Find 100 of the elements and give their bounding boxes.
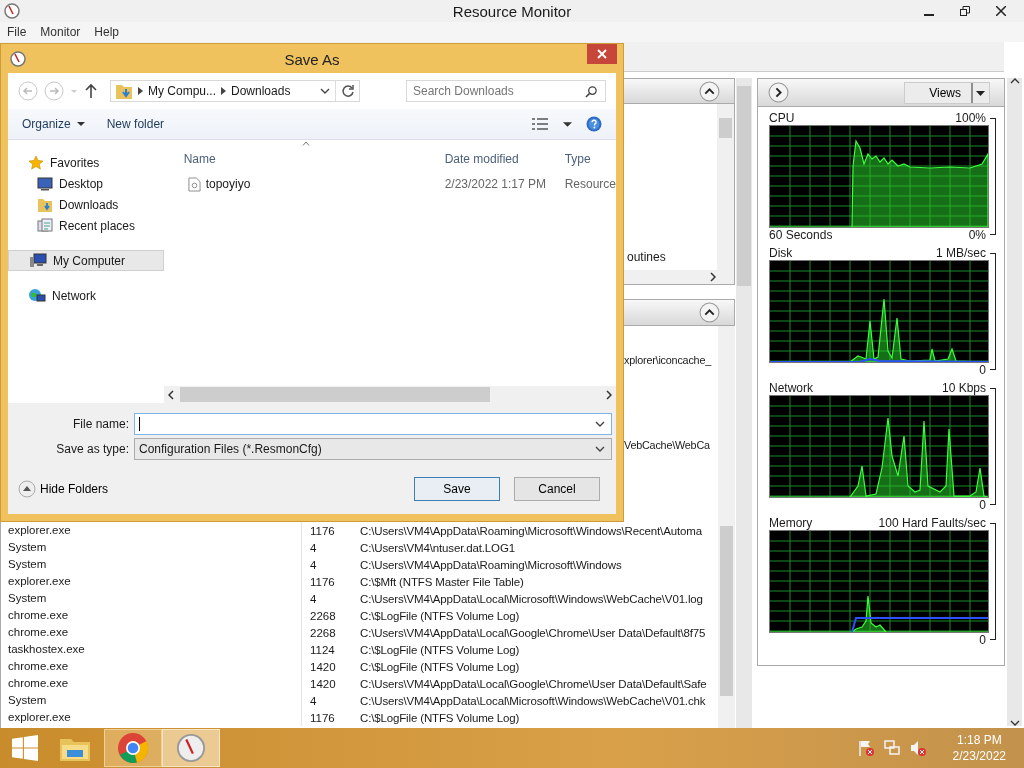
close-icon — [597, 49, 607, 59]
caret-icon — [76, 120, 85, 128]
breadcrumb[interactable]: Downloads — [231, 84, 291, 98]
table-cell: C:\Users\VM4\AppData\Roaming\Microsoft\Windows — [360, 558, 622, 571]
nav-item[interactable]: Desktop — [8, 173, 164, 194]
column-header[interactable]: Type — [564, 152, 591, 166]
table-cell: C:\Users\VM4\AppData\Local\Microsoft\Windows\WebCache\V01.log — [360, 592, 703, 605]
browser-icon — [117, 732, 149, 764]
speaker-icon[interactable] — [908, 739, 927, 757]
caret-icon[interactable] — [563, 119, 572, 129]
scroll-right-icon[interactable] — [606, 389, 612, 400]
address-bar[interactable]: My Compu... Downloads — [110, 80, 360, 102]
file-date: 2/23/2022 1:17 PM — [444, 177, 548, 191]
chevron-down-icon[interactable] — [595, 419, 605, 429]
scroll-right-icon[interactable] — [710, 272, 716, 282]
refresh-icon[interactable] — [341, 84, 355, 98]
table-cell-text: 1420 — [309, 660, 337, 673]
views-button[interactable]: Views — [904, 81, 990, 104]
table-cell-text: 2268 — [309, 626, 337, 639]
nav-item[interactable]: Network — [8, 285, 164, 306]
start-icon[interactable] — [12, 735, 38, 761]
network-icon — [28, 287, 46, 304]
app-icon — [4, 3, 20, 19]
table-cell: C:\$LogFile (NTFS Volume Log) — [360, 660, 520, 673]
downloads-folder-icon — [37, 196, 53, 213]
close-icon[interactable] — [996, 6, 1006, 16]
table-cell-text: 4 — [309, 541, 318, 554]
cancel-button[interactable]: Cancel — [514, 477, 600, 501]
graph-title: CPU — [769, 111, 795, 125]
scale-label: 0 — [979, 363, 986, 377]
restore-icon[interactable] — [960, 6, 970, 16]
breadcrumb-arrow-icon[interactable] — [221, 87, 226, 95]
desktop-icon — [37, 176, 53, 191]
dropdown-arrow-icon[interactable] — [971, 82, 987, 103]
menu-item[interactable]: Monitor — [40, 25, 81, 39]
computer-icon — [29, 252, 47, 269]
column-header[interactable]: Date modified — [444, 152, 565, 166]
breadcrumb-arrow-icon[interactable] — [138, 87, 143, 95]
table-cell: chrome.exe — [1, 675, 302, 692]
search-icon — [585, 85, 598, 98]
table-cell: taskhostex.exe — [1, 641, 302, 658]
save-button[interactable]: Save — [414, 477, 500, 501]
scroll-up-icon[interactable] — [1009, 78, 1020, 84]
field-label: File name: — [71, 417, 130, 431]
scale-label: 0 — [979, 498, 986, 512]
table-cell-text: 4 — [309, 592, 318, 605]
expand-icon[interactable] — [768, 82, 789, 103]
help-icon[interactable] — [586, 116, 602, 132]
search-field[interactable]: Search Downloads — [406, 80, 606, 102]
table-cell: C:\Users\VM4\AppData\Roaming\Microsoft\Windows\Recent\Automa — [360, 524, 702, 537]
chevron-down-icon[interactable] — [595, 444, 605, 454]
scale-label: 0 — [979, 633, 986, 647]
nav-item[interactable]: My Computer — [8, 250, 164, 271]
chevron-down-icon[interactable] — [320, 86, 330, 96]
table-cell-text: xplorer\iconcache_ — [624, 353, 712, 368]
breadcrumb[interactable]: My Compu... — [148, 84, 216, 98]
scale-label: 100% — [955, 111, 986, 125]
file-row[interactable]: topoyiyo 2/23/2022 1:17 PM Resource — [163, 172, 616, 196]
nav-item[interactable]: Recent places — [8, 215, 164, 236]
table-cell: System — [1, 692, 302, 709]
table-cell: chrome.exe — [1, 607, 302, 624]
close-button[interactable] — [587, 44, 617, 64]
menu-item[interactable]: File — [7, 25, 27, 39]
star-icon — [28, 154, 44, 171]
collapse-icon[interactable] — [699, 80, 720, 102]
taskbar-button[interactable] — [104, 729, 162, 767]
file-name-field[interactable] — [134, 413, 612, 435]
column-header[interactable]: Name — [183, 152, 445, 166]
table-cell-text: 1176 — [309, 524, 336, 537]
collapse-icon[interactable] — [699, 302, 720, 323]
scroll-left-icon[interactable] — [167, 389, 174, 400]
downloads-folder-icon — [115, 82, 133, 100]
scrollbar[interactable] — [717, 104, 734, 270]
gauge-icon — [176, 733, 206, 763]
nav-item[interactable]: Favorites — [8, 152, 164, 173]
horizontal-scrollbar[interactable] — [163, 386, 616, 403]
new-folder-button[interactable]: New folder — [102, 115, 169, 133]
table-cell: C:\$LogFile (NTFS Volume Log) — [360, 609, 520, 622]
scrollbar[interactable] — [736, 78, 752, 728]
table-cell: chrome.exe — [1, 658, 302, 675]
flag-icon[interactable] — [856, 739, 875, 757]
recent-places-icon — [37, 217, 53, 234]
scale-label: 1 MB/sec — [936, 246, 986, 260]
table-cell: C:\$LogFile (NTFS Volume Log) — [360, 711, 520, 724]
collapse-icon — [18, 480, 36, 498]
hide-folders-button[interactable]: Hide Folders — [18, 480, 109, 498]
up-icon[interactable] — [84, 83, 98, 99]
table-cell: C:\$LogFile (NTFS Volume Log) — [360, 643, 520, 656]
graph-title: Network — [769, 381, 813, 395]
scroll-down-icon[interactable] — [1009, 720, 1020, 726]
scrollbar[interactable] — [718, 326, 735, 728]
table-cell-text: 4 — [309, 694, 318, 707]
organize-menu[interactable]: Organize — [18, 115, 89, 133]
save-type-dropdown[interactable]: Configuration Files (*.ResmonCfg) — [134, 438, 612, 460]
nav-item[interactable]: Downloads — [8, 194, 164, 215]
menu-item[interactable]: Help — [94, 25, 120, 39]
scale-label: 0% — [968, 228, 986, 242]
view-options-icon[interactable] — [531, 117, 549, 131]
app-icon — [10, 50, 26, 67]
scrollbar[interactable] — [1007, 78, 1022, 726]
